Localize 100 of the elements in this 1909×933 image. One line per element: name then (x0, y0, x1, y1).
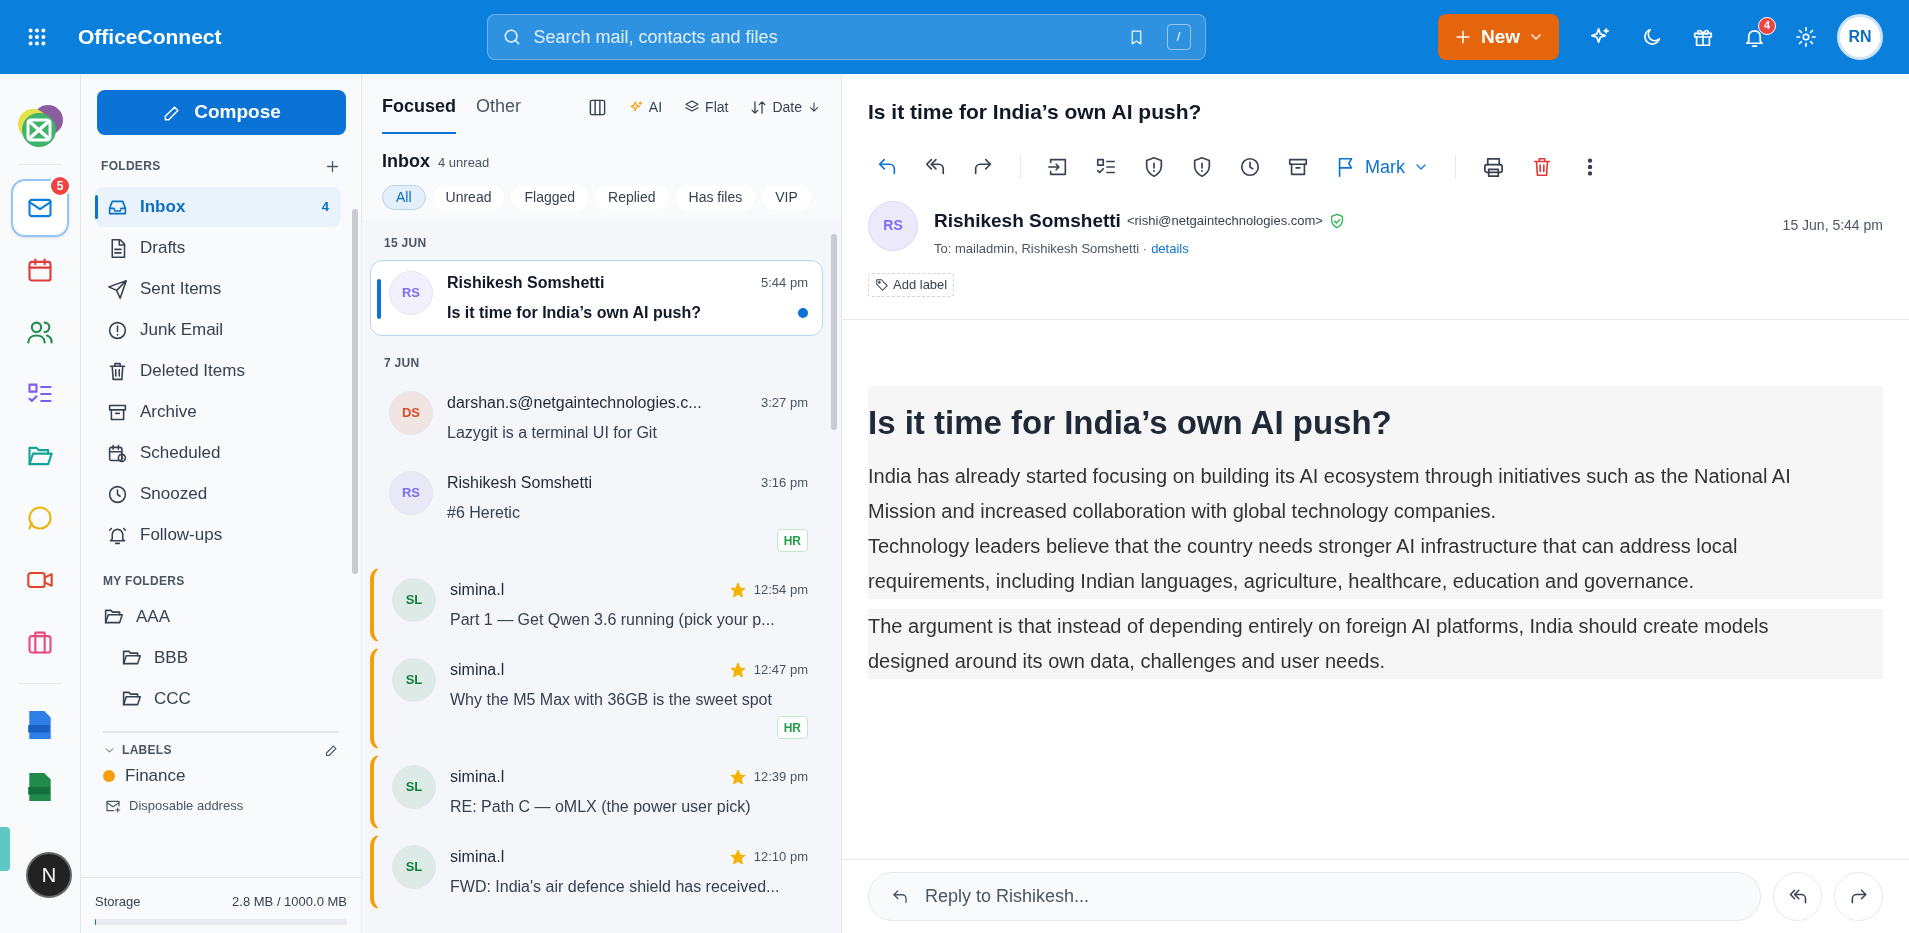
message-time: 12:54 pm (753, 581, 808, 600)
message-item[interactable]: SL simina.l 12:47 pm Why the M5 Max with 36GB is the sweet spot HR (370, 647, 823, 750)
avatar: SL (392, 658, 436, 702)
edit-icon[interactable] (324, 742, 339, 758)
filter-chip[interactable]: Flagged (511, 185, 589, 210)
chat-icon (26, 504, 54, 532)
filter-chip[interactable]: All (382, 185, 426, 210)
avatar: RS (389, 471, 433, 515)
folder-item[interactable]: AAA (95, 596, 347, 637)
folder-item[interactable]: Deleted Items (95, 351, 341, 391)
unread-count: 4 unread (438, 154, 490, 172)
sender-name: darshan.s@netgaintechnologies.c... (447, 393, 703, 413)
user-avatar[interactable]: N (26, 852, 72, 898)
star-icon[interactable] (729, 769, 746, 785)
delete-icon[interactable] (1531, 156, 1553, 178)
filter-chip[interactable]: Unread (432, 185, 505, 210)
sender-name: simina.l (450, 580, 506, 600)
star-icon[interactable] (729, 849, 746, 865)
message-subject: Is it time for India’s own AI push? (447, 303, 702, 323)
label-item[interactable]: Finance (125, 763, 186, 789)
compose-button[interactable]: Compose (97, 90, 346, 135)
folder-item[interactable]: Follow-ups (95, 515, 341, 555)
date-heading: 7 JUN (383, 355, 421, 372)
tab[interactable]: Other (476, 80, 522, 134)
avatar: SL (392, 578, 436, 622)
list-title: Inbox (382, 150, 430, 173)
shield-icon[interactable] (1143, 156, 1165, 178)
message-subject: #6 Heretic (447, 503, 521, 523)
storage-reading: 2.8 MB / 1000.0 MB (232, 892, 347, 911)
sort-icon (750, 98, 768, 116)
avatar: SL (392, 845, 436, 889)
avatar: SL (392, 765, 436, 809)
print-icon[interactable] (1482, 155, 1505, 179)
star-icon[interactable] (729, 662, 746, 678)
folder-item[interactable]: Archive (95, 392, 341, 432)
sender-name: Rishikesh Somshetti (447, 473, 593, 493)
archive-icon[interactable] (1287, 156, 1309, 178)
sender-name: simina.l (450, 660, 506, 680)
message-item[interactable]: DS darshan.s@netgaintechnologies.c... 3:27 pm Lazygit is a terminal UI for Git (370, 380, 823, 456)
spreadsheet-file-icon[interactable] (27, 772, 53, 802)
message-subject: Lazygit is a terminal UI for Git (447, 423, 658, 443)
tab[interactable]: Focused (382, 80, 456, 134)
filter-chip[interactable]: Has files (675, 185, 756, 210)
folder-item[interactable]: Drafts (95, 228, 341, 268)
section-heading: MY FOLDERS (102, 573, 186, 590)
message-item[interactable]: SL simina.l 12:54 pm Part 1 — Get Qwen 3.6 running (pick your p... (370, 567, 823, 643)
unread-badge: 5 (49, 175, 71, 197)
details-link[interactable]: details (1151, 239, 1189, 259)
calendar-icon (26, 256, 54, 284)
folder-item[interactable]: BBB (95, 637, 347, 678)
folder-item[interactable]: CCC (95, 678, 347, 719)
folder-item[interactable]: Sent Items (95, 269, 341, 309)
labels-toggle[interactable]: LABELS (103, 741, 172, 759)
add-label-button[interactable]: Add label (868, 272, 955, 297)
columns-icon[interactable] (587, 97, 607, 117)
mark-button[interactable]: Mark (1335, 153, 1429, 181)
message-time: 12:39 pm (753, 768, 808, 787)
folder-item[interactable]: Snoozed (95, 474, 341, 514)
message-item[interactable]: SL simina.l 12:10 pm FWD: India's air defence shield has received... (370, 834, 823, 910)
star-icon[interactable] (729, 582, 746, 598)
body-paragraph: India has already started focusing on building its AI ecosystem through initiatives such as the National AI Mission and increased collaboration with global technology companies. (868, 459, 1883, 529)
shield-icon[interactable] (1191, 156, 1213, 178)
avatar: RS (389, 271, 433, 315)
reply-placeholder: Reply to Rishikesh... (925, 885, 1090, 908)
sender-name: simina.l (450, 847, 506, 867)
settings-icon[interactable] (1795, 26, 1817, 48)
message-date: 15 Jun, 5:44 pm (1782, 215, 1883, 235)
moon-icon[interactable] (1641, 26, 1663, 48)
avatar: RS (868, 200, 918, 251)
filter-chip[interactable]: VIP (762, 185, 811, 210)
message-subject: Is it time for India’s own AI push? (868, 99, 1203, 125)
apps-grid-icon[interactable] (26, 26, 48, 48)
reply-field[interactable]: Reply to Rishikesh... (868, 872, 1761, 921)
tag-icon (875, 277, 889, 292)
folder-item[interactable]: Junk Email (95, 310, 341, 350)
flat-button[interactable]: Flat (684, 96, 729, 118)
search-placeholder: Search mail, contacts and files (533, 25, 779, 49)
shortcut-key: / (1166, 24, 1191, 50)
message-time: 12:10 pm (753, 848, 808, 867)
move-icon[interactable] (1047, 156, 1069, 178)
sidebar-toggle-handle[interactable] (0, 827, 10, 871)
folder-item[interactable]: Inbox 4 (95, 187, 341, 227)
mail-plus-icon (105, 798, 121, 814)
message-item[interactable]: RS Rishikesh Somshetti 5:44 pm Is it time for India’s own AI push? (370, 260, 823, 336)
message-item[interactable]: SL simina.l 12:39 pm RE: Path C — oMLX (the power user pick) (370, 754, 823, 830)
app-name: OfficeConnect (78, 24, 222, 51)
clock-icon[interactable] (1239, 156, 1261, 178)
document-file-icon[interactable] (27, 710, 53, 740)
sender-name: Rishikesh Somshetti (934, 208, 1121, 233)
section-heading: FOLDERS (101, 158, 161, 175)
folder-item[interactable]: Scheduled (95, 433, 341, 473)
ai-button[interactable]: AI (628, 96, 663, 118)
filter-chip[interactable]: Replied (595, 185, 669, 210)
tag: HR (776, 716, 808, 739)
user-avatar[interactable]: RN (1837, 14, 1883, 60)
disposable-address-link[interactable]: Disposable address (95, 793, 347, 819)
message-item[interactable]: RS Rishikesh Somshetti 3:16 pm #6 Heretic HR (370, 460, 823, 563)
sender-name: Rishikesh Somshetti (447, 273, 606, 293)
date-heading: 15 JUN (383, 235, 428, 252)
sort-button[interactable]: Date (750, 96, 821, 118)
